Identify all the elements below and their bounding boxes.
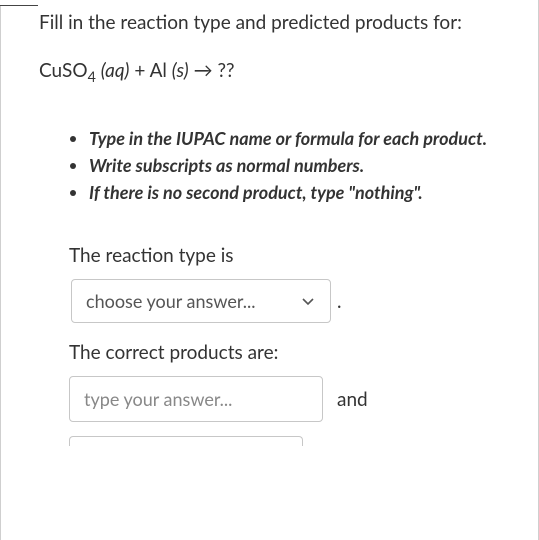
and-text: and	[337, 388, 368, 411]
state-1: (aq)	[101, 59, 130, 82]
chemical-equation: CuSO4 (aq) + Al (s) → ??	[39, 59, 510, 86]
state-2: (s)	[172, 59, 189, 82]
tab-indicator	[0, 0, 38, 6]
chevron-down-icon	[300, 293, 316, 309]
product-input-row: and	[69, 376, 510, 422]
instruction-item: If there is no second product, type "not…	[89, 179, 500, 206]
question-card: Fill in the reaction type and predicted …	[0, 0, 539, 540]
compound-1: CuSO	[39, 59, 88, 82]
product-1-input[interactable]	[69, 376, 323, 422]
reaction-type-label: The reaction type is	[69, 244, 510, 267]
period: .	[337, 290, 341, 313]
reaction-arrow: →	[189, 59, 218, 82]
instruction-list: Type in the IUPAC name or formula for ea…	[89, 125, 500, 206]
instruction-item: Write subscripts as normal numbers.	[89, 152, 500, 179]
select-placeholder-text: choose your answer...	[86, 290, 255, 312]
instruction-item: Type in the IUPAC name or formula for ea…	[89, 125, 500, 152]
products-label: The correct products are:	[69, 341, 510, 364]
subscript-1: 4	[88, 68, 96, 85]
plus-sign: +	[129, 59, 149, 82]
question-prompt: Fill in the reaction type and predicted …	[39, 10, 510, 37]
product-2-input[interactable]	[69, 436, 303, 446]
compound-2: Al	[150, 59, 172, 82]
unknown-products: ??	[217, 59, 234, 82]
reaction-type-select[interactable]: choose your answer...	[71, 279, 331, 323]
answer-section: The reaction type is choose your answer.…	[69, 244, 510, 446]
